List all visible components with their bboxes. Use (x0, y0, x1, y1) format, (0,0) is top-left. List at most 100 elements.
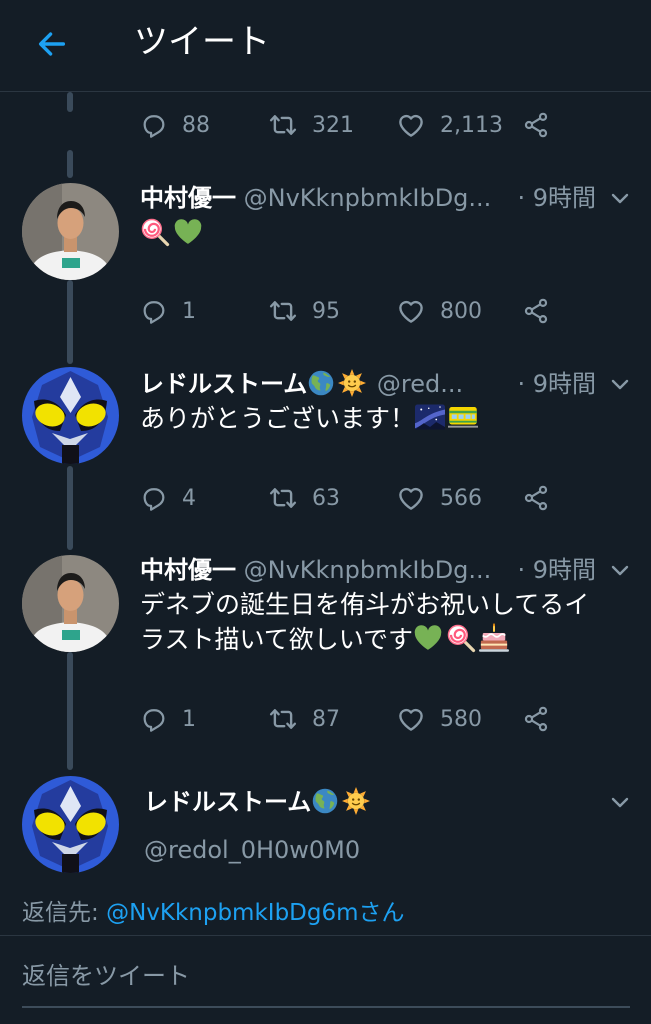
sun-with-face-icon (338, 369, 366, 397)
retweet-count: 321 (312, 112, 354, 138)
reply-count: 1 (182, 706, 196, 732)
avatar[interactable] (22, 776, 119, 873)
compose-placeholder: 返信をツイート (22, 962, 190, 990)
display-name[interactable]: レドルストーム (144, 788, 311, 816)
share-icon (522, 705, 550, 733)
user-handle[interactable]: @NvKknpbmkIbDg... (244, 556, 492, 584)
avatar[interactable] (22, 555, 119, 652)
masked-hero-avatar (22, 367, 119, 464)
tweet-menu-button[interactable] (606, 370, 634, 398)
display-name[interactable]: 中村優一 (140, 556, 236, 584)
heart-icon (396, 704, 426, 734)
tweet-menu-button[interactable] (606, 184, 634, 212)
chevron-down-icon (608, 372, 632, 396)
like-count: 566 (440, 485, 482, 511)
person-photo-avatar (22, 183, 119, 280)
share-button[interactable] (522, 105, 550, 145)
display-name[interactable]: レドルストーム (140, 370, 307, 398)
timestamp[interactable]: · 9時間 (513, 552, 596, 588)
like-button[interactable]: 566 (396, 478, 482, 518)
tweet-text-line-emoji: ラスト描いて欲しいです (140, 622, 640, 657)
like-count: 2,113 (440, 112, 503, 138)
lollipop-icon (446, 623, 476, 653)
reply-count: 4 (182, 485, 196, 511)
timestamp[interactable]: · 9時間 (513, 366, 596, 402)
thread-connector (67, 280, 73, 364)
like-button[interactable]: 800 (396, 291, 482, 331)
tweet-text: ありがとうございます！ (140, 401, 640, 436)
reply-compose-input[interactable]: 返信をツイート (22, 956, 630, 1008)
share-button[interactable] (522, 291, 550, 331)
retweet-button[interactable]: 87 (268, 699, 340, 739)
user-handle[interactable]: @red... (377, 370, 463, 398)
tweet-header: 中村優一 @NvKknpbmkIbDg... · 9時間 (140, 180, 600, 216)
like-button[interactable]: 580 (396, 699, 482, 739)
user-handle[interactable]: @redol_0H0w0M0 (144, 836, 360, 864)
retweet-icon (268, 110, 298, 140)
globe-americas-icon (307, 369, 335, 397)
tweet-actions: 88 321 2,113 (140, 105, 560, 145)
reply-button[interactable]: 1 (140, 291, 196, 331)
chevron-down-icon (608, 790, 632, 814)
birthday-cake-icon (479, 623, 509, 653)
tweet-menu-button[interactable] (606, 788, 634, 816)
retweet-count: 63 (312, 485, 340, 511)
avatar[interactable] (22, 183, 119, 280)
heart-icon (396, 296, 426, 326)
chevron-down-icon (608, 558, 632, 582)
tweet-menu-button[interactable] (606, 556, 634, 584)
share-icon (522, 111, 550, 139)
share-button[interactable] (522, 699, 550, 739)
retweet-icon (268, 483, 298, 513)
thread-connector (67, 466, 73, 550)
reply-button[interactable]: 4 (140, 478, 196, 518)
page-title: ツイート (134, 22, 270, 62)
retweet-button[interactable]: 95 (268, 291, 340, 331)
chevron-down-icon (608, 186, 632, 210)
thread-connector (67, 92, 73, 112)
like-count: 580 (440, 706, 482, 732)
train-car-icon (448, 402, 478, 432)
avatar[interactable] (22, 367, 119, 464)
app-header: ツイート (0, 0, 651, 92)
retweet-count: 87 (312, 706, 340, 732)
tweet-header: 中村優一 @NvKknpbmkIbDg... · 9時間 (140, 552, 600, 588)
heart-icon (396, 110, 426, 140)
green-heart-icon (173, 217, 203, 247)
like-button[interactable]: 2,113 (396, 105, 503, 145)
share-button[interactable] (522, 478, 550, 518)
composer-handle-row: @redol_0H0w0M0 (144, 832, 604, 868)
reply-icon (140, 484, 168, 512)
green-heart-icon (413, 623, 443, 653)
retweet-button[interactable]: 321 (268, 105, 354, 145)
reply-to-line: 返信先: @NvKknpbmkIbDg6mさん (22, 896, 405, 930)
retweet-count: 95 (312, 298, 340, 324)
back-arrow-icon (38, 32, 66, 56)
timestamp[interactable]: · 9時間 (513, 180, 596, 216)
reply-icon (140, 111, 168, 139)
sun-with-face-icon (342, 787, 370, 815)
tweet-text-content: ありがとうございます！ (140, 404, 416, 433)
reply-button[interactable]: 1 (140, 699, 196, 739)
person-photo-avatar (22, 555, 119, 652)
heart-icon (396, 483, 426, 513)
reply-to-mention[interactable]: @NvKknpbmkIbDg6m (106, 900, 358, 926)
reply-button[interactable]: 88 (140, 105, 210, 145)
back-button[interactable] (30, 22, 74, 66)
composer-header: レドルストーム (144, 784, 604, 820)
tweet-actions: 1 95 800 (140, 291, 560, 331)
thread-connector (67, 150, 73, 178)
display-name[interactable]: 中村優一 (140, 184, 236, 212)
thread-connector (67, 652, 73, 770)
lollipop-icon (140, 217, 170, 247)
share-icon (522, 484, 550, 512)
user-handle[interactable]: @NvKknpbmkIbDg... (244, 184, 492, 212)
reply-icon (140, 705, 168, 733)
tweet-text (140, 216, 640, 251)
tweet-text: デネブの誕生日を侑斗がお祝いしてるイ ラスト描いて欲しいです (140, 587, 640, 657)
retweet-button[interactable]: 63 (268, 478, 340, 518)
masked-hero-avatar (22, 776, 119, 873)
reply-count: 88 (182, 112, 210, 138)
retweet-icon (268, 296, 298, 326)
retweet-icon (268, 704, 298, 734)
